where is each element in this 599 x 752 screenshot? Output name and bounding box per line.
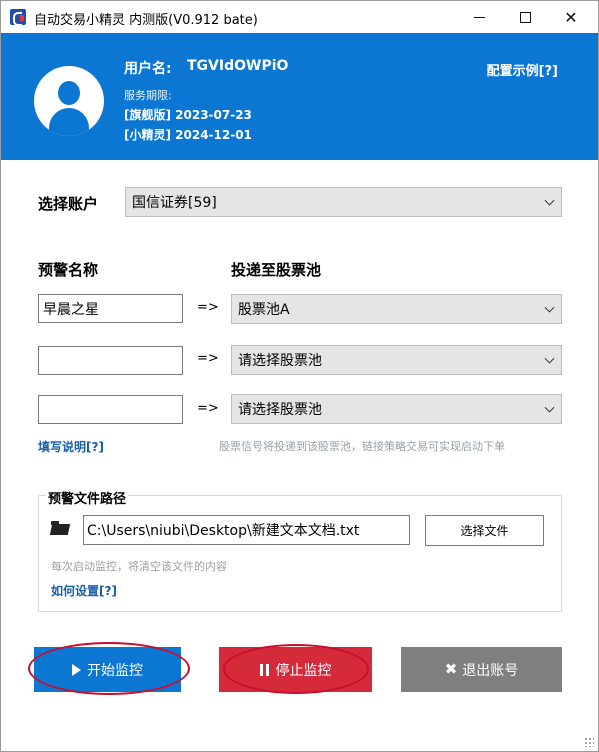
chevron-down-icon	[544, 302, 555, 313]
alert-name-input-1[interactable]: 早晨之星	[38, 294, 183, 323]
alert-file-path-input[interactable]: C:\Users\niubi\Desktop\新建文本文档.txt	[83, 515, 410, 545]
account-label: 选择账户	[38, 195, 99, 213]
choose-file-button[interactable]: 选择文件	[425, 515, 544, 546]
account-select-value: 国信证券[59]	[132, 195, 217, 211]
account-select[interactable]: 国信证券[59]	[125, 187, 562, 217]
stock-pool-hint: 股票信号将投递到该股票池，链接策略交易可实现启动下单	[219, 440, 505, 453]
user-icon-head	[58, 81, 80, 105]
stock-pool-select-1[interactable]: 股票池A	[231, 294, 562, 324]
close-icon: ✖	[444, 660, 458, 678]
stock-pool-select-value: 请选择股票池	[238, 402, 322, 418]
app-logo-icon	[10, 9, 26, 26]
arrow-label: =>	[197, 401, 219, 416]
username-value: TGVIdOWPiO	[187, 58, 289, 74]
service-flagship-expiry: [旗舰版] 2023-07-23	[124, 108, 252, 122]
chevron-down-icon	[544, 353, 555, 364]
clear-file-note: 每次启动监控，将清空该文件的内容	[51, 560, 227, 573]
logout-label: 退出账号	[462, 662, 519, 679]
minimize-button[interactable]	[456, 1, 502, 33]
how-to-setup-link[interactable]: 如何设置[?]	[51, 582, 117, 599]
close-icon: ✕	[564, 7, 578, 27]
arrow-label: =>	[197, 300, 219, 315]
alert-name-input-3[interactable]	[38, 395, 183, 424]
maximize-icon	[519, 11, 531, 23]
config-example-link[interactable]: 配置示例[?]	[487, 60, 558, 79]
username-label: 用户名:	[124, 61, 172, 77]
window-title: 自动交易小精灵 内测版(V0.912 bate)	[34, 13, 258, 28]
folder-open-icon	[49, 521, 71, 535]
alert-file-group-title: 预警文件路径	[46, 488, 129, 507]
fill-instructions-link[interactable]: 填写说明[?]	[38, 438, 104, 455]
service-period-label: 服务期限:	[124, 89, 172, 102]
user-icon-body	[49, 108, 89, 136]
service-sprite-expiry: [小精灵] 2024-12-01	[124, 128, 252, 142]
alert-name-header: 预警名称	[38, 261, 99, 279]
arrow-label: =>	[197, 351, 219, 366]
alert-name-input-2[interactable]	[38, 346, 183, 375]
title-bar: 自动交易小精灵 内测版(V0.912 bate) ✕	[1, 1, 598, 33]
stock-pool-select-3[interactable]: 请选择股票池	[231, 394, 562, 424]
maximize-button[interactable]	[502, 1, 548, 33]
stock-pool-select-2[interactable]: 请选择股票池	[231, 345, 562, 375]
close-button[interactable]: ✕	[548, 1, 594, 33]
stock-pool-select-value: 股票池A	[238, 302, 290, 318]
chevron-down-icon	[544, 195, 555, 206]
logout-button[interactable]: ✖ 退出账号	[401, 647, 562, 692]
annotation-circle-stop	[223, 644, 369, 694]
avatar	[34, 66, 104, 136]
minimize-icon	[473, 16, 485, 18]
stock-pool-select-value: 请选择股票池	[238, 353, 322, 369]
stock-pool-header: 投递至股票池	[231, 261, 322, 279]
annotation-circle-start	[28, 642, 190, 695]
resize-grip-icon[interactable]	[584, 737, 594, 747]
user-header: 用户名: TGVIdOWPiO 服务期限: [旗舰版] 2023-07-23 […	[1, 33, 598, 160]
app-window: 自动交易小精灵 内测版(V0.912 bate) ✕ 用户名: TGVIdOWP…	[0, 0, 599, 752]
chevron-down-icon	[544, 402, 555, 413]
